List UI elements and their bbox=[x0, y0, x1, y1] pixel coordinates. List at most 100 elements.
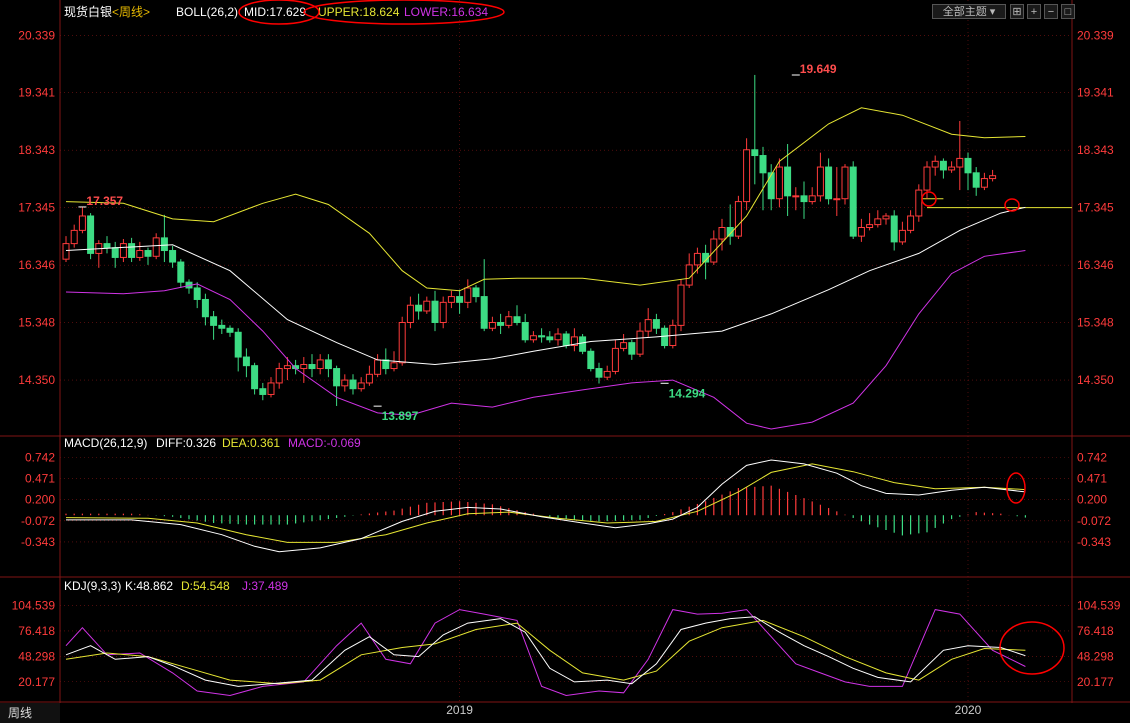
candle-body bbox=[546, 336, 554, 341]
boll-mid-line bbox=[65, 206, 1026, 366]
instrument-title: 现货白银 bbox=[64, 4, 112, 19]
candle-body bbox=[456, 296, 464, 303]
candle-body bbox=[374, 359, 382, 375]
macd-tick-right: 0.742 bbox=[1077, 451, 1107, 465]
candle-body bbox=[365, 373, 373, 384]
grid-icon[interactable]: ⊞ bbox=[1010, 4, 1024, 19]
candle-body bbox=[111, 247, 119, 258]
candle-body bbox=[931, 160, 939, 168]
price-tick-right: 15.348 bbox=[1077, 316, 1114, 330]
candle-body bbox=[488, 321, 496, 329]
kdj-tick-right: 20.177 bbox=[1077, 675, 1114, 689]
boll-label: BOLL(26,2) bbox=[176, 5, 238, 19]
period-label[interactable]: <周线> bbox=[112, 5, 150, 19]
candle-body bbox=[816, 166, 824, 197]
candle-body bbox=[579, 336, 587, 352]
price-tick-right: 16.346 bbox=[1077, 258, 1114, 272]
candle-body bbox=[800, 195, 808, 203]
kdj-d-value: D:54.548 bbox=[181, 579, 230, 593]
chart-canvas[interactable]: 20.339 20.339 19.341 19.341 18.343 18.343 17.3… bbox=[0, 0, 1130, 723]
candle-body bbox=[751, 149, 759, 157]
candle-body bbox=[587, 350, 595, 370]
candle-body bbox=[652, 319, 660, 329]
theme-dropdown[interactable]: 全部主题 ▾ bbox=[932, 4, 1006, 19]
candle-body bbox=[710, 238, 718, 263]
candle-body bbox=[513, 316, 521, 323]
annotation-label: 17.357 bbox=[86, 194, 123, 208]
candle-body bbox=[718, 227, 726, 240]
candle-body bbox=[923, 166, 931, 191]
candle-body bbox=[324, 359, 332, 370]
candle-body bbox=[521, 321, 529, 341]
candle-body bbox=[62, 243, 70, 260]
candle-body bbox=[169, 250, 177, 263]
candle-body bbox=[538, 335, 546, 338]
candle-body bbox=[119, 243, 127, 258]
candle-body bbox=[472, 287, 480, 298]
macd-tick-right: -0.072 bbox=[1077, 514, 1111, 528]
candle-body bbox=[447, 296, 455, 303]
candle-body bbox=[480, 296, 488, 329]
candle-body bbox=[611, 347, 619, 372]
kdj-tick-right: 48.298 bbox=[1077, 649, 1114, 663]
price-tick-left: 17.345 bbox=[18, 201, 55, 215]
window-icon[interactable]: □ bbox=[1061, 4, 1075, 19]
macd-tick-left: 0.200 bbox=[25, 493, 55, 507]
macd-cross-circle bbox=[1006, 472, 1026, 504]
macd-diff-value: DIFF:0.326 bbox=[156, 436, 216, 450]
candle-body bbox=[152, 237, 160, 257]
candle-body bbox=[128, 243, 136, 258]
candle-body bbox=[259, 388, 267, 395]
candle-body bbox=[685, 264, 693, 286]
candle-body bbox=[357, 382, 365, 390]
date-tick-label: 2019 bbox=[446, 703, 473, 717]
macd-tick-right: 0.471 bbox=[1077, 472, 1107, 486]
candle-body bbox=[390, 362, 398, 370]
boll-lower-value: LOWER:16.634 bbox=[404, 5, 488, 19]
price-tick-right: 19.341 bbox=[1077, 86, 1114, 100]
candle-body bbox=[759, 155, 767, 174]
date-tick-label: 2020 bbox=[955, 703, 982, 717]
macd-dea-line bbox=[65, 463, 1026, 543]
plus-icon[interactable]: + bbox=[1027, 4, 1041, 19]
candle-body bbox=[907, 215, 915, 231]
candle-body bbox=[251, 365, 259, 390]
price-tick-left: 20.339 bbox=[18, 28, 55, 42]
candle-body bbox=[529, 335, 537, 341]
boll-mid-value: MID:17.629 bbox=[244, 5, 306, 19]
candle-body bbox=[595, 368, 603, 378]
candle-body bbox=[349, 379, 357, 390]
candle-body bbox=[939, 160, 947, 171]
macd-value: MACD:-0.069 bbox=[288, 436, 361, 450]
kdj-tick-right: 104.539 bbox=[1077, 598, 1121, 612]
candle-body bbox=[415, 304, 423, 312]
period-tab[interactable]: 周线 bbox=[0, 703, 60, 723]
candle-body bbox=[464, 287, 472, 303]
candle-body bbox=[866, 224, 874, 229]
candle-body bbox=[423, 300, 431, 312]
minus-icon[interactable]: − bbox=[1044, 4, 1058, 19]
kdj-tick-right: 76.418 bbox=[1077, 624, 1114, 638]
kdj-title: KDJ(9,3,3) bbox=[64, 579, 121, 593]
price-tick-right: 17.345 bbox=[1077, 201, 1114, 215]
candle-body bbox=[620, 342, 628, 349]
price-tick-right: 14.350 bbox=[1077, 373, 1114, 387]
candle-body bbox=[406, 304, 414, 323]
kdj-j-line bbox=[65, 609, 1026, 697]
candle-body bbox=[989, 175, 997, 180]
kdj-tick-left: 104.539 bbox=[12, 598, 56, 612]
price-tick-right: 20.339 bbox=[1077, 28, 1114, 42]
kdj-cross-circle bbox=[999, 621, 1065, 675]
candle-body bbox=[784, 166, 792, 197]
candle-body bbox=[857, 227, 865, 237]
theme-dropdown-label: 全部主题 bbox=[942, 6, 987, 18]
kdj-k-line bbox=[65, 616, 1026, 687]
candle-body bbox=[956, 157, 964, 168]
candle-body bbox=[775, 166, 783, 200]
price-tick-left: 19.341 bbox=[18, 86, 55, 100]
candle-body bbox=[505, 316, 513, 326]
candle-body bbox=[792, 195, 800, 198]
candle-body bbox=[242, 356, 250, 367]
candle-body bbox=[644, 319, 652, 332]
kdj-k-value: K:48.862 bbox=[125, 579, 173, 593]
